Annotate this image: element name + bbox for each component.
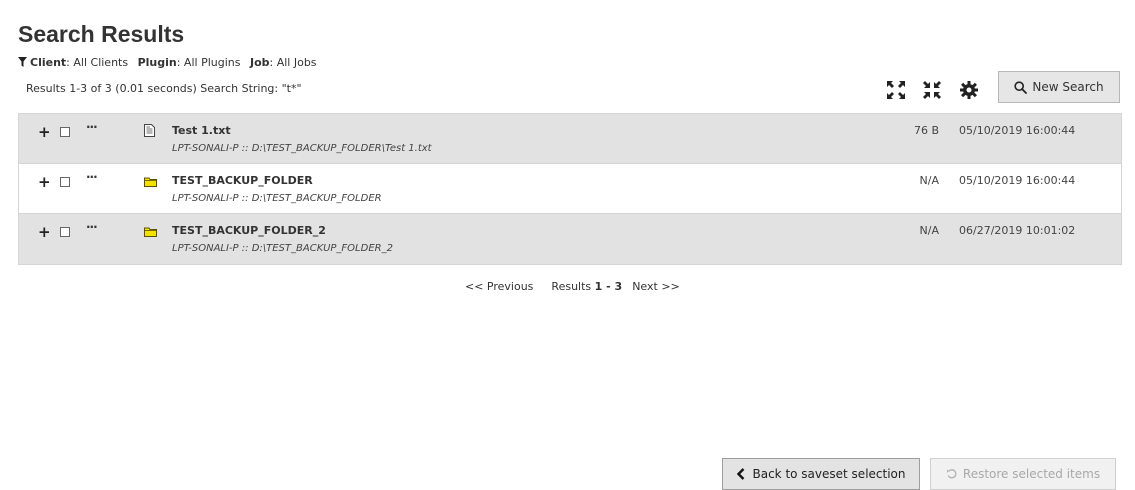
row-checkbox[interactable] [60,127,70,137]
filter-client[interactable]: Client: All Clients [30,56,128,69]
restore-icon [946,469,957,479]
result-name[interactable]: TEST_BACKUP_FOLDER [172,174,313,187]
search-icon [1014,80,1028,94]
expand-row-button[interactable]: + [38,125,51,140]
pagination: << Previous Results 1 - 3 Next >> [465,280,680,293]
filter-job[interactable]: Job: All Jobs [250,56,317,69]
results-table: + ··· Test 1.txt LPT-SONALI-P :: D:\TEST… [18,113,1122,265]
chevron-left-icon [736,468,744,480]
result-path: LPT-SONALI-P :: D:\TEST_BACKUP_FOLDER [172,193,382,204]
pagination-status: Results 1 - 3 [551,280,622,293]
back-to-saveset-button[interactable]: Back to saveset selection [722,458,920,490]
gear-icon[interactable] [958,79,980,101]
table-row[interactable]: + ··· TEST_BACKUP_FOLDER LPT-SONALI-P ::… [19,164,1121,214]
row-checkbox[interactable] [60,227,70,237]
restore-selected-button[interactable]: Restore selected items [930,458,1116,490]
expand-row-button[interactable]: + [38,175,51,190]
funnel-icon [18,57,27,67]
result-date: 05/10/2019 16:00:44 [959,124,1076,137]
file-icon [144,124,155,137]
back-button-label: Back to saveset selection [752,467,906,481]
folder-icon [144,227,157,237]
more-options-button[interactable]: ··· [86,220,98,234]
expand-row-button[interactable]: + [38,225,51,240]
pagination-label: Results [551,280,592,293]
filter-client-label: Client [30,56,67,69]
results-summary: Results 1-3 of 3 (0.01 seconds) Search S… [26,82,302,95]
filter-client-value: : All Clients [66,56,129,69]
table-row[interactable]: + ··· Test 1.txt LPT-SONALI-P :: D:\TEST… [19,114,1121,164]
result-date: 05/10/2019 16:00:44 [959,174,1076,187]
result-path: LPT-SONALI-P :: D:\TEST_BACKUP_FOLDER_2 [172,243,393,254]
new-search-button[interactable]: New Search [998,71,1120,103]
filter-summary: Client: All Clients Plugin: All Plugins … [18,56,323,69]
result-size: 76 B [913,124,939,137]
result-name[interactable]: Test 1.txt [172,124,231,137]
result-name[interactable]: TEST_BACKUP_FOLDER_2 [172,224,326,237]
more-options-button[interactable]: ··· [86,170,98,184]
more-options-button[interactable]: ··· [86,120,98,134]
result-size: N/A [919,174,939,187]
previous-page-link[interactable]: << Previous [465,280,533,293]
filter-plugin-value: : All Plugins [176,56,241,69]
result-path: LPT-SONALI-P :: D:\TEST_BACKUP_FOLDER\Te… [172,143,432,154]
filter-plugin[interactable]: Plugin: All Plugins [138,56,241,69]
collapse-icon[interactable] [921,79,943,101]
result-date: 06/27/2019 10:01:02 [959,224,1076,237]
expand-icon[interactable] [885,79,907,101]
next-page-link[interactable]: Next >> [632,280,680,293]
row-checkbox[interactable] [60,177,70,187]
page-title: Search Results [18,21,185,47]
restore-button-label: Restore selected items [962,467,1101,481]
folder-icon [144,177,157,187]
filter-job-value: : All Jobs [269,56,317,69]
filter-plugin-label: Plugin [137,56,177,69]
table-row[interactable]: + ··· TEST_BACKUP_FOLDER_2 LPT-SONALI-P … [19,214,1121,264]
filter-job-label: Job [249,56,270,69]
pagination-range: 1 - 3 [594,280,623,293]
new-search-label: New Search [1032,80,1104,94]
result-size: N/A [919,224,939,237]
